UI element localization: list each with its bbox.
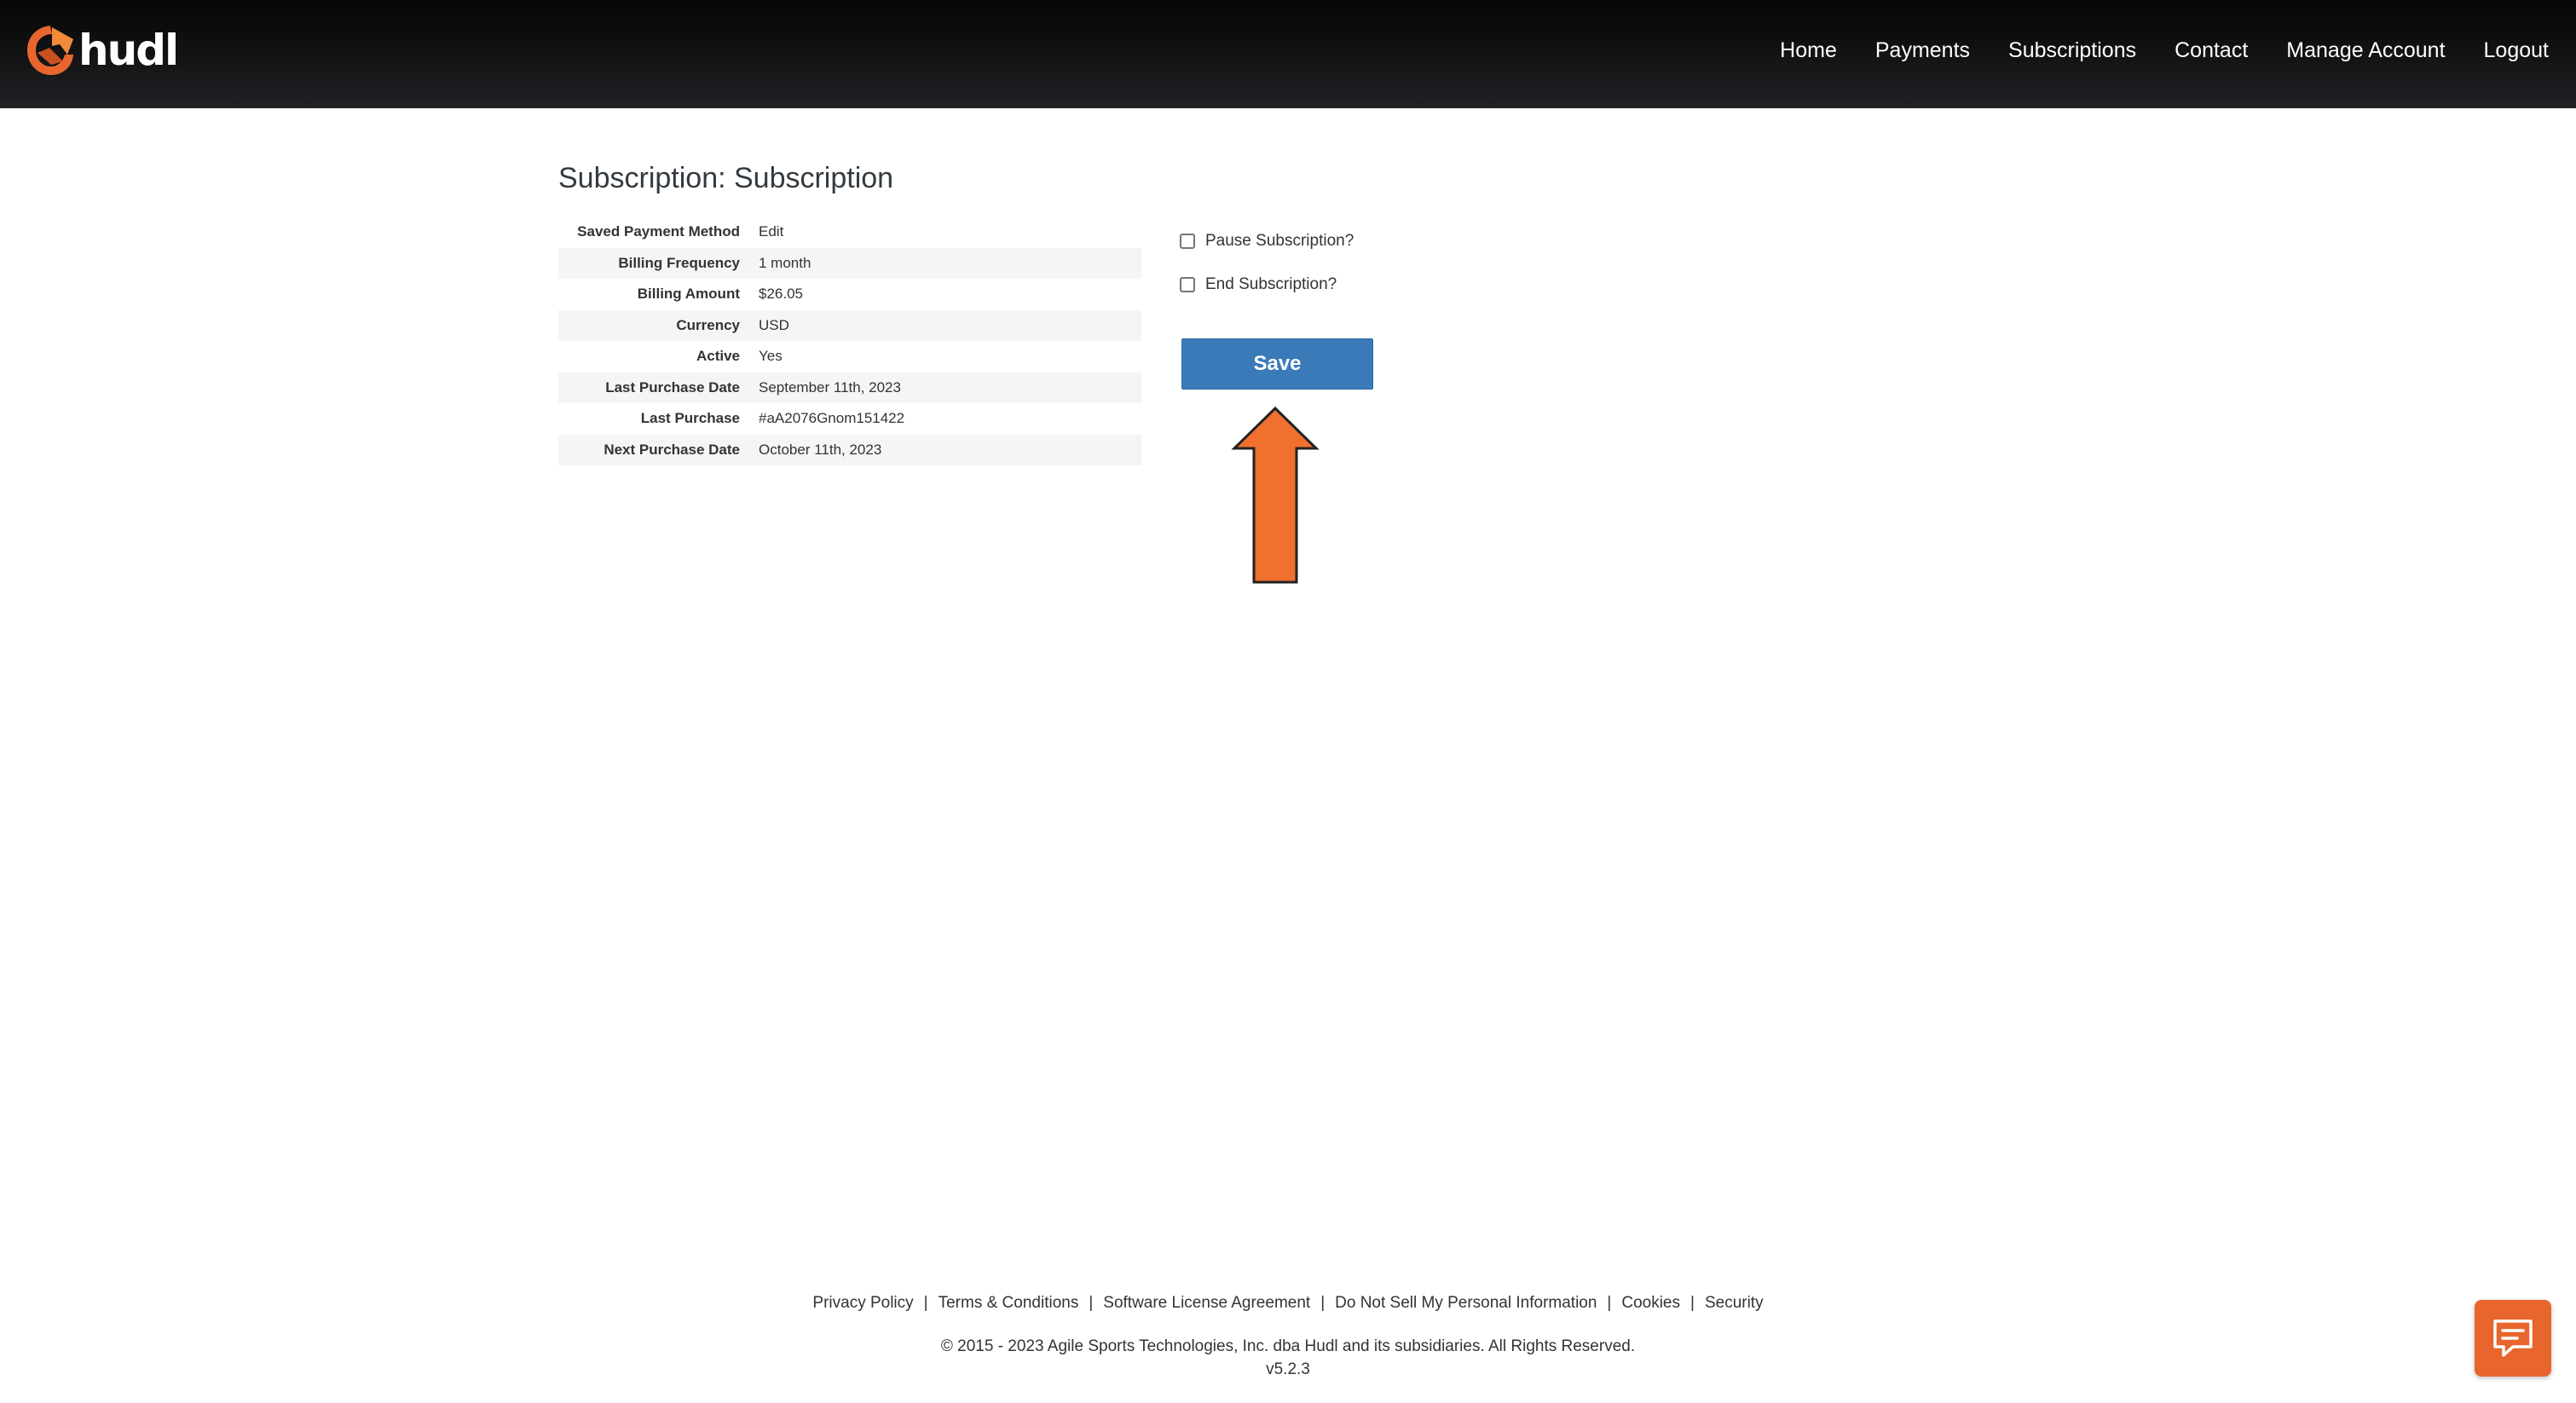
arrow-up-icon bbox=[1231, 406, 1320, 584]
pause-subscription-option[interactable]: Pause Subscription? bbox=[1180, 227, 1354, 256]
footer-links: Privacy Policy | Terms & Conditions | Softwa… bbox=[0, 1294, 2576, 1313]
footer-security-link[interactable]: Security bbox=[1705, 1294, 1764, 1312]
hudl-logo[interactable]: hudl bbox=[26, 24, 179, 77]
table-row: Billing Amount $26.05 bbox=[558, 279, 1141, 310]
table-row: Active Yes bbox=[558, 341, 1141, 372]
detail-value: Edit bbox=[759, 217, 1141, 248]
footer-separator: | bbox=[1607, 1294, 1612, 1312]
detail-value: USD bbox=[759, 316, 789, 333]
end-subscription-checkbox[interactable] bbox=[1180, 277, 1195, 292]
pause-subscription-label[interactable]: Pause Subscription? bbox=[1205, 232, 1354, 251]
footer-do-not-sell-link[interactable]: Do Not Sell My Personal Information bbox=[1335, 1294, 1597, 1312]
footer-cookies-link[interactable]: Cookies bbox=[1621, 1294, 1680, 1312]
detail-value: $26.05 bbox=[759, 286, 803, 303]
footer-software-license-link[interactable]: Software License Agreement bbox=[1103, 1294, 1310, 1312]
detail-value: #aA2076Gnom151422 bbox=[759, 410, 905, 427]
main-nav: Home Payments Subscriptions Contact Mana… bbox=[1741, 0, 2549, 101]
end-subscription-label[interactable]: End Subscription? bbox=[1205, 275, 1337, 294]
subscription-details-table: Saved Payment Method Edit Billing Freque… bbox=[558, 217, 1141, 465]
footer-terms-link[interactable]: Terms & Conditions bbox=[939, 1294, 1079, 1312]
pause-subscription-checkbox[interactable] bbox=[1180, 234, 1195, 249]
copyright-text: © 2015 - 2023 Agile Sports Technologies,… bbox=[940, 1337, 1636, 1355]
end-subscription-option[interactable]: End Subscription? bbox=[1180, 270, 1354, 299]
page: hudl Home Payments Subscriptions Contact… bbox=[0, 0, 2576, 1403]
table-row: Currency USD bbox=[558, 309, 1141, 341]
save-button[interactable]: Save bbox=[1181, 338, 1373, 390]
nav-manage-account[interactable]: Manage Account bbox=[2286, 38, 2445, 63]
footer-separator: | bbox=[1690, 1294, 1695, 1312]
edit-payment-method-link[interactable]: Edit bbox=[759, 223, 783, 240]
footer-separator: | bbox=[1089, 1294, 1094, 1312]
detail-label: Last Purchase bbox=[640, 410, 740, 427]
nav-subscriptions[interactable]: Subscriptions bbox=[2008, 38, 2136, 63]
detail-label: Last Purchase Date bbox=[605, 378, 740, 395]
detail-label: Billing Frequency bbox=[618, 254, 740, 271]
detail-value: 1 month bbox=[759, 254, 811, 271]
detail-label: Saved Payment Method bbox=[577, 223, 740, 240]
chat-bubble-icon bbox=[2493, 1319, 2533, 1357]
footer-separator: | bbox=[923, 1294, 928, 1312]
table-row: Last Purchase Date September 11th, 2023 bbox=[558, 372, 1141, 403]
version-text: v5.2.3 bbox=[1266, 1360, 1310, 1378]
nav-payments[interactable]: Payments bbox=[1875, 38, 1970, 63]
detail-label: Active bbox=[696, 348, 740, 365]
nav-logout[interactable]: Logout bbox=[2484, 38, 2549, 63]
footer-separator: | bbox=[1320, 1294, 1326, 1312]
detail-label: Billing Amount bbox=[637, 286, 740, 303]
nav-contact[interactable]: Contact bbox=[2175, 38, 2248, 63]
detail-value: October 11th, 2023 bbox=[759, 441, 882, 458]
page-title: Subscription: Subscription bbox=[558, 162, 894, 194]
subscription-options: Pause Subscription? End Subscription? bbox=[1180, 227, 1354, 314]
top-navigation-bar: hudl Home Payments Subscriptions Contact… bbox=[0, 0, 2576, 108]
chat-button[interactable] bbox=[2475, 1300, 2551, 1377]
detail-value: Yes bbox=[759, 348, 783, 365]
detail-value: September 11th, 2023 bbox=[759, 378, 901, 395]
logo-wordmark: hudl bbox=[78, 26, 179, 75]
hudl-logo-icon bbox=[27, 26, 73, 75]
table-row: Saved Payment Method Edit bbox=[558, 217, 1141, 248]
footer-privacy-policy-link[interactable]: Privacy Policy bbox=[812, 1294, 913, 1312]
detail-label: Next Purchase Date bbox=[604, 441, 740, 458]
nav-home[interactable]: Home bbox=[1780, 38, 1837, 63]
detail-label: Currency bbox=[676, 316, 740, 333]
table-row: Next Purchase Date October 11th, 2023 bbox=[558, 434, 1141, 465]
table-row: Last Purchase #aA2076Gnom151422 bbox=[558, 403, 1141, 435]
table-row: Billing Frequency 1 month bbox=[558, 247, 1141, 279]
